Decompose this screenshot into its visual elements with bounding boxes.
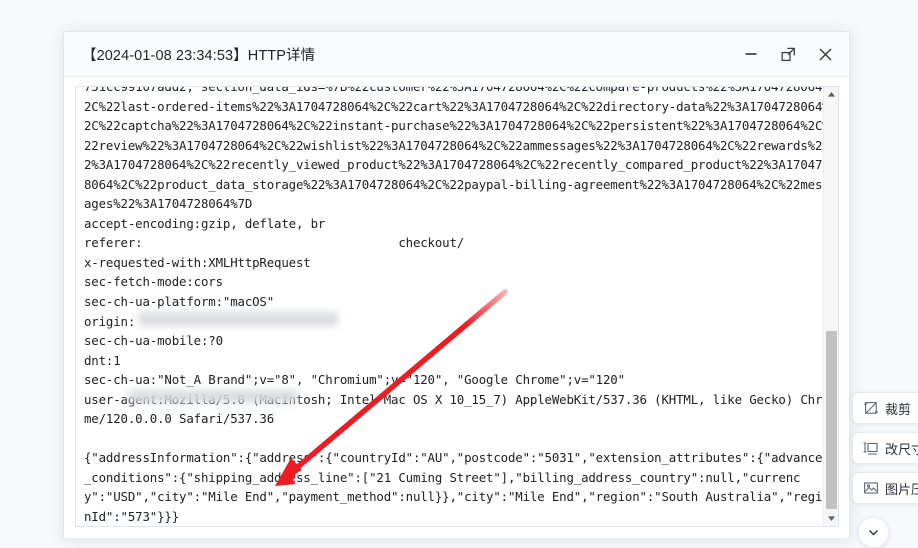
vertical-scrollbar[interactable] [823,87,838,526]
more-tools-button[interactable] [858,517,889,548]
image-tool-rail: 裁剪 改尺寸 图片压缩 [852,392,918,548]
chevron-down-icon [867,526,880,539]
scroll-up-icon[interactable] [824,87,839,102]
http-text-scroll-area[interactable]: 751cc99107add2; section_data_ids=%7B%22c… [76,87,823,526]
close-icon[interactable] [815,44,835,64]
crop-button-label: 裁剪 [885,401,912,417]
restore-icon[interactable] [778,44,798,64]
http-detail-window: 【2024-01-08 23:34:53】HTTP详情 2C%22last-or… [63,31,850,538]
resize-button[interactable]: 改尺寸 [852,432,918,464]
crop-button[interactable]: 裁剪 [852,392,918,424]
http-raw-text: 751cc99107add2; section_data_ids=%7B%22c… [84,87,823,525]
crop-icon [862,400,879,417]
window-title-bar: 【2024-01-08 23:34:53】HTTP详情 [64,32,849,77]
detail-body: 751cc99107add2; section_data_ids=%7B%22c… [64,77,849,538]
window-controls [741,44,835,64]
http-text-panel: 751cc99107add2; section_data_ids=%7B%22c… [75,86,839,527]
resize-button-label: 改尺寸 [885,441,918,457]
page-title: 【2024-01-08 23:34:53】HTTP详情 [82,47,316,64]
minimize-icon[interactable] [741,44,761,64]
image-compress-icon [862,480,879,497]
scrollbar-thumb[interactable] [826,331,837,509]
resize-icon [862,440,879,457]
image-compress-button-label: 图片压缩 [885,481,918,497]
scrollbar-track[interactable] [824,102,838,511]
image-compress-button[interactable]: 图片压缩 [852,472,918,504]
scroll-down-icon[interactable] [824,511,839,526]
